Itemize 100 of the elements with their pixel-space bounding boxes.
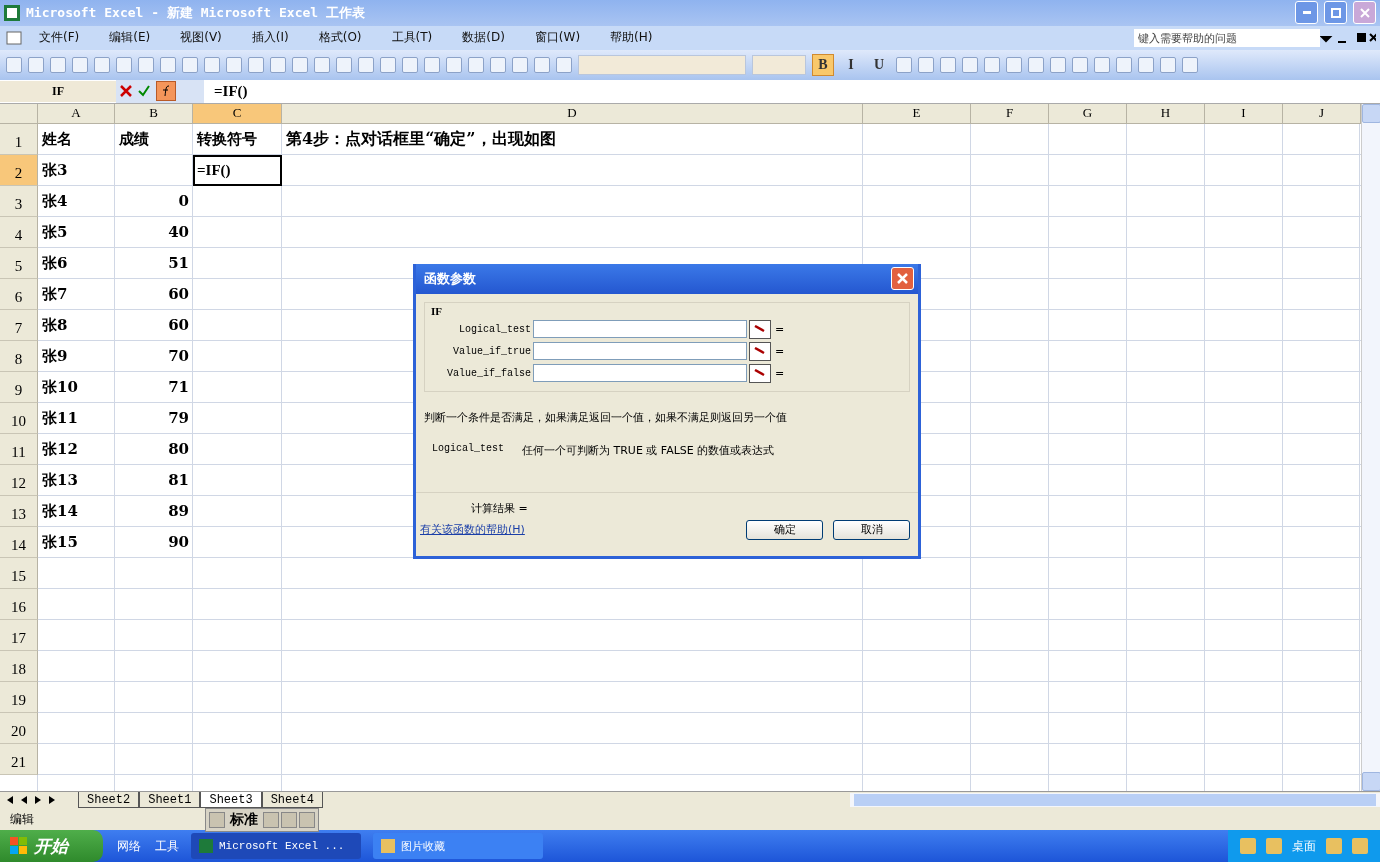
toolbar-icon[interactable] [358,56,374,73]
font-name-field[interactable] [578,54,746,75]
row-header[interactable]: 3 [0,185,38,217]
toolbar-icon[interactable] [314,56,330,73]
menu-item[interactable]: 工具(T) [376,29,448,47]
quick-launch-item[interactable]: 工具 [155,837,179,855]
select-all-corner[interactable] [0,103,38,124]
format-button[interactable]: I [840,53,862,76]
format-button[interactable]: U [868,53,890,76]
toolbar-icon[interactable] [1116,56,1132,73]
column-header[interactable]: H [1127,103,1205,124]
toolbar-icon[interactable] [1006,56,1022,73]
toolbar-icon[interactable] [962,56,978,73]
row-header[interactable]: 18 [0,650,38,682]
toolbar-icon[interactable] [226,56,242,73]
argument-field[interactable] [533,364,747,383]
toolbar-icon[interactable] [336,56,352,73]
toolbar-icon[interactable] [380,56,396,73]
column-header[interactable]: G [1049,103,1127,124]
toolbar-icon[interactable] [446,56,462,73]
menu-item[interactable]: 数据(D) [447,29,520,47]
sheet-tab[interactable]: Sheet3 [200,792,262,809]
argument-field[interactable] [533,342,747,361]
toolbar-icon[interactable] [468,56,484,73]
taskbar-button[interactable]: Microsoft Excel ... [191,833,361,859]
menu-item[interactable]: 窗口(W) [519,29,596,47]
row-header[interactable]: 21 [0,743,38,775]
toolbar-icon[interactable] [6,56,22,73]
argument-field[interactable] [533,320,747,339]
toolbar-icon[interactable] [270,56,286,73]
collapse-dialog-button[interactable] [749,363,771,383]
toolbar-icon[interactable] [116,56,132,73]
toolbar-icon[interactable] [1072,56,1088,73]
column-header[interactable]: E [863,103,971,124]
name-box[interactable]: IF [0,80,116,102]
row-header[interactable]: 15 [0,557,38,589]
menu-item[interactable]: 格式(O) [303,29,377,47]
cancel-icon[interactable] [120,85,132,98]
toolbar-icon[interactable] [402,56,418,73]
sheet-tab[interactable]: Sheet2 [78,792,140,809]
toolbar-icon[interactable] [138,56,154,73]
row-header[interactable]: 6 [0,278,38,310]
toolbar-icon[interactable] [918,56,934,73]
collapse-dialog-button[interactable] [749,341,771,361]
column-header[interactable]: C [193,103,282,124]
row-header[interactable]: 2 [0,154,38,186]
check-icon[interactable] [138,85,150,98]
help-link[interactable]: 有关该函数的帮助(H) [420,522,525,538]
quick-launch-item[interactable]: 网络 [117,837,141,855]
toolbar-icon[interactable] [182,56,198,73]
row-header[interactable]: 17 [0,619,38,651]
toolbar-icon[interactable] [534,56,550,73]
minimize-button[interactable] [1295,1,1318,25]
close-button[interactable] [891,267,914,291]
restore-button[interactable] [1324,1,1347,25]
column-header[interactable]: J [1283,103,1361,124]
sheet-tab[interactable]: Sheet1 [139,792,201,809]
collapse-dialog-button[interactable] [749,319,771,339]
toolbar-icon[interactable] [248,56,264,73]
toolbar-icon[interactable] [1028,56,1044,73]
menu-item[interactable]: 编辑(E) [94,29,166,47]
column-header[interactable]: A [38,103,115,124]
row-header[interactable]: 9 [0,371,38,403]
format-button[interactable]: B [812,53,834,76]
toolbar-icon[interactable] [490,56,506,73]
cancel-button[interactable]: 取消 [833,519,910,540]
function-button[interactable] [156,81,176,102]
row-header[interactable]: 14 [0,526,38,558]
row-header[interactable]: 7 [0,309,38,341]
toolbar-icon[interactable] [896,56,912,73]
row-header[interactable]: 4 [0,216,38,248]
toolbar-icon[interactable] [1182,56,1198,73]
toolbar-icon[interactable] [424,56,440,73]
column-header[interactable]: D [282,103,863,124]
column-header[interactable]: I [1205,103,1283,124]
row-header[interactable]: 5 [0,247,38,279]
toolbar-icon[interactable] [160,56,176,73]
toolbar-icon[interactable] [1160,56,1176,73]
taskbar-button[interactable]: 图片收藏 [373,833,543,859]
toolbar-icon[interactable] [204,56,220,73]
ime-mode[interactable]: 标准 [227,811,261,830]
toolbar-icon[interactable] [1050,56,1066,73]
row-header[interactable]: 19 [0,681,38,713]
vertical-scrollbar[interactable] [1361,103,1380,792]
help-search-field[interactable]: 键入需要帮助的问题 [1134,28,1320,47]
toolbar-icon[interactable] [984,56,1000,73]
toolbar-icon[interactable] [940,56,956,73]
toolbar-icon[interactable] [94,56,110,73]
horizontal-scrollbar[interactable] [850,793,1380,808]
workbook-icon[interactable] [4,29,24,46]
toolbar-icon[interactable] [512,56,528,73]
row-header[interactable]: 11 [0,433,38,465]
row-header[interactable]: 12 [0,464,38,496]
row-header[interactable]: 8 [0,340,38,372]
column-header[interactable]: F [971,103,1049,124]
toolbar-icon[interactable] [1138,56,1154,73]
toolbar-icon[interactable] [556,56,572,73]
row-header[interactable]: 1 [0,123,38,155]
toolbar-icon[interactable] [1094,56,1110,73]
column-header[interactable]: B [115,103,193,124]
